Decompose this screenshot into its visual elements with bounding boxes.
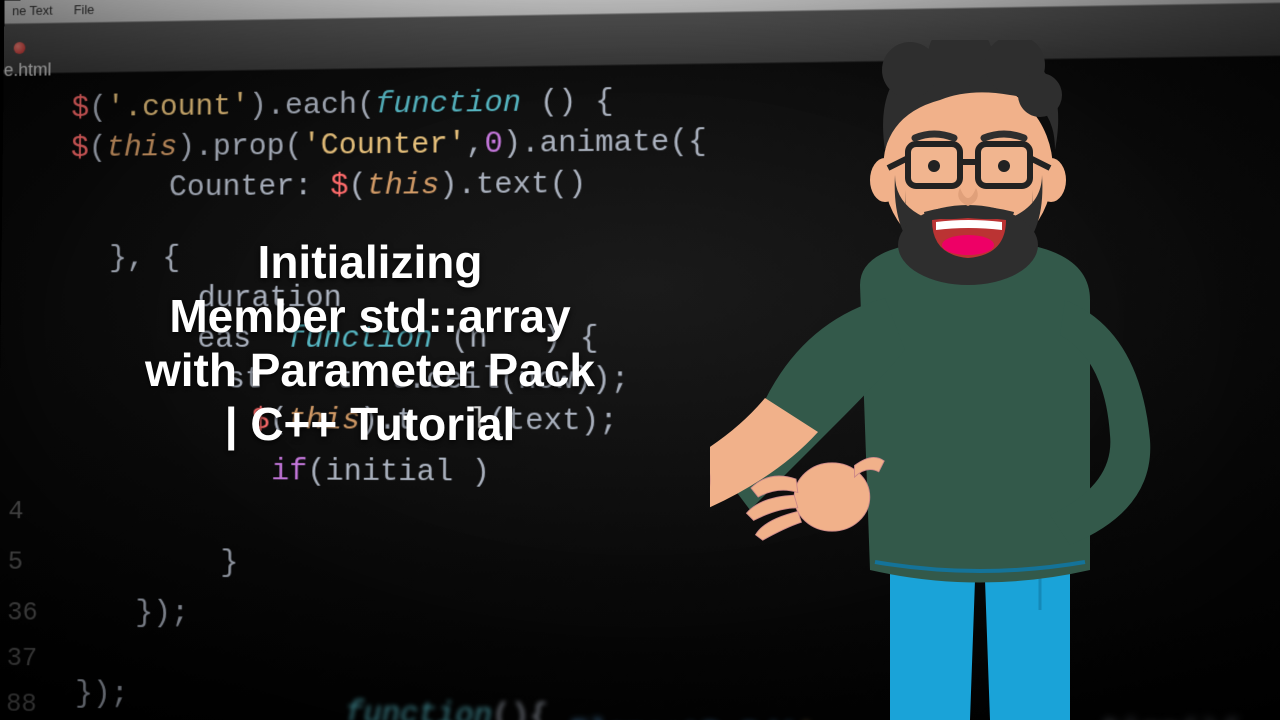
title-line: Member std::array — [90, 289, 650, 343]
line-number: 5 — [8, 541, 24, 582]
tab-filename: e.html — [4, 59, 52, 81]
menu-file: File — [74, 2, 95, 17]
line-number: 37 — [6, 638, 37, 679]
title-line: | C++ Tutorial — [90, 397, 650, 451]
line-number: 88 — [6, 683, 37, 720]
code-line: } — [220, 543, 238, 584]
window-close-icon — [14, 42, 26, 54]
code-line: function(){ — [345, 694, 548, 720]
video-title: Initializing Member std::array with Para… — [90, 235, 650, 451]
code-line: }); — [75, 674, 129, 716]
code-line: $(this).prop('Counter',0).animate({ — [71, 122, 707, 169]
presenter-character — [710, 40, 1230, 720]
title-line: Initializing — [90, 235, 650, 289]
line-number: 4 — [8, 491, 24, 532]
code-line: $('.count').each(function () { — [71, 82, 613, 129]
presenter-svg-icon — [710, 40, 1230, 720]
code-line: if(initial ) — [271, 452, 490, 494]
code-line: Counter: $(this).text() — [169, 164, 587, 208]
line-number: 36 — [7, 592, 38, 633]
menu-app-name: ne Text — [12, 3, 53, 19]
title-line: with Parameter Pack — [90, 343, 650, 397]
thumbnail-stage: ne Text File e.html $('.count').each(fun… — [0, 0, 1280, 720]
code-line: }); — [135, 593, 189, 634]
